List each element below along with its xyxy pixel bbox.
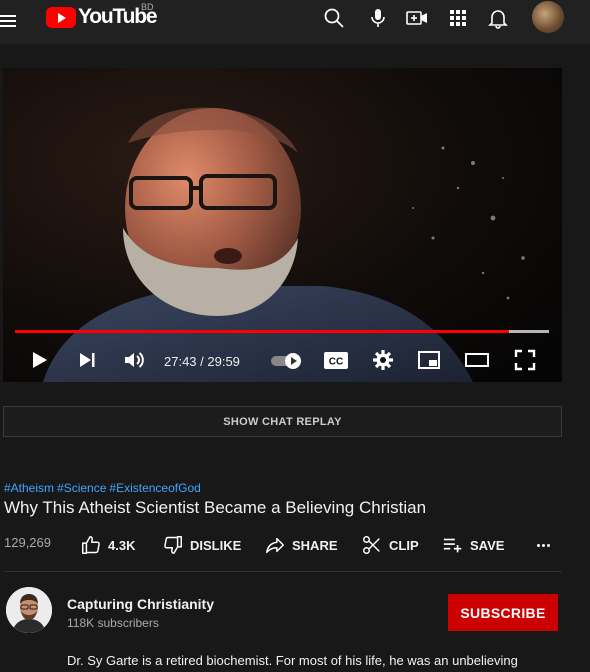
country-code: BD: [141, 2, 154, 12]
microphone-icon[interactable]: [366, 6, 390, 30]
save-button[interactable]: SAVE: [442, 533, 504, 557]
player-controls: 27:43 / 29:59 CC: [3, 342, 562, 378]
progress-bar[interactable]: [15, 330, 549, 333]
view-count: 129,269: [4, 535, 51, 550]
hashtags: #Atheism #Science #ExistenceofGod: [4, 481, 204, 495]
video-player[interactable]: 27:43 / 29:59 CC: [3, 68, 562, 382]
autoplay-toggle[interactable]: [269, 346, 305, 374]
apps-grid-icon[interactable]: [446, 6, 470, 30]
add-to-playlist-icon: [443, 538, 462, 553]
channel-avatar[interactable]: [6, 587, 52, 633]
more-actions-icon[interactable]: [533, 533, 553, 557]
subscribe-button[interactable]: SUBSCRIBE: [448, 594, 558, 631]
share-arrow-icon: [266, 537, 284, 554]
save-label: SAVE: [470, 537, 505, 553]
theater-mode-icon[interactable]: [463, 346, 491, 374]
settings-gear-icon[interactable]: [369, 346, 397, 374]
show-chat-replay-button[interactable]: SHOW CHAT REPLAY: [3, 406, 562, 437]
channel-name[interactable]: Capturing Christianity: [67, 596, 214, 612]
scissors-icon: [363, 536, 380, 554]
played-bar: [15, 330, 509, 333]
play-icon[interactable]: [25, 346, 53, 374]
dislike-label: DISLIKE: [190, 537, 242, 553]
subscriber-count: 118K subscribers: [67, 616, 159, 630]
volume-icon[interactable]: [120, 346, 148, 374]
like-count: 4.3K: [108, 537, 136, 553]
create-video-icon[interactable]: [405, 6, 429, 30]
top-bar: YouTube BD: [0, 0, 590, 44]
time-display: 27:43 / 29:59: [164, 354, 240, 369]
search-icon[interactable]: [322, 6, 346, 30]
menu-icon[interactable]: [0, 12, 18, 28]
captions-label: CC: [329, 357, 343, 368]
video-frame: [3, 68, 562, 382]
next-icon[interactable]: [73, 346, 101, 374]
captions-icon[interactable]: CC: [321, 346, 351, 374]
dislike-button[interactable]: DISLIKE: [162, 533, 241, 557]
video-title: Why This Atheist Scientist Became a Beli…: [4, 498, 427, 517]
thumbs-down-icon: [164, 536, 182, 554]
notifications-bell-icon[interactable]: [486, 6, 510, 30]
hashtag-link[interactable]: #Science: [57, 481, 106, 495]
miniplayer-icon[interactable]: [415, 346, 443, 374]
share-button[interactable]: SHARE: [264, 533, 338, 557]
like-button[interactable]: 4.3K: [80, 533, 135, 557]
clip-button[interactable]: CLIP: [361, 533, 419, 557]
clip-label: CLIP: [389, 537, 419, 553]
hashtag-link[interactable]: #Atheism: [4, 481, 54, 495]
thumbs-up-icon: [82, 536, 100, 554]
video-description: Dr. Sy Garte is a retired biochemist. Fo…: [67, 653, 518, 668]
youtube-logo[interactable]: YouTube: [46, 5, 158, 28]
hashtag-link[interactable]: #ExistenceofGod: [109, 481, 200, 495]
divider: [4, 571, 562, 572]
share-label: SHARE: [292, 537, 338, 553]
user-avatar[interactable]: [532, 1, 564, 33]
youtube-play-logo-icon: [46, 6, 76, 28]
fullscreen-icon[interactable]: [511, 346, 539, 374]
